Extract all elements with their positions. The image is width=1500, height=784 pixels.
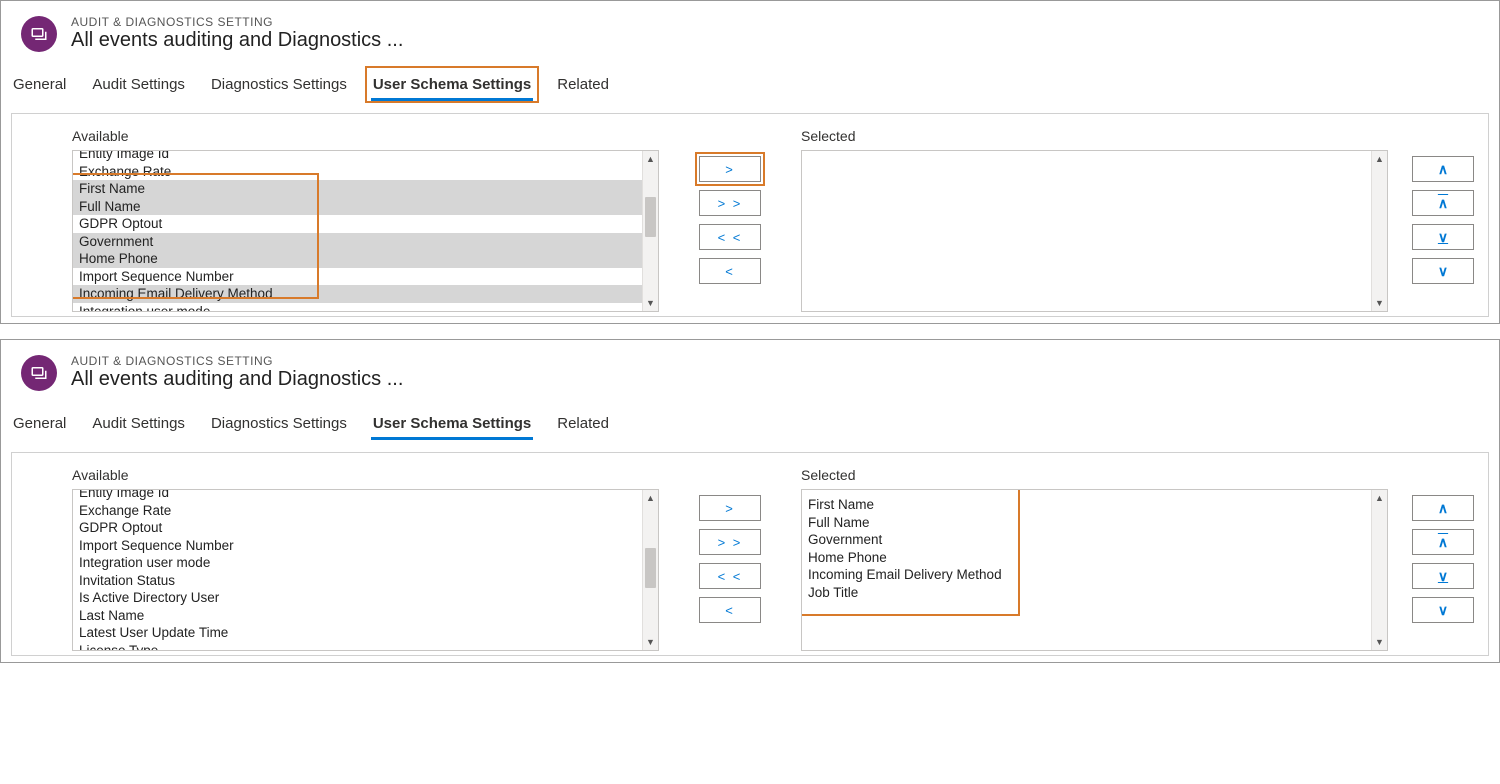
scrollbar[interactable]: ▲ ▼ (1371, 151, 1387, 311)
tab-user-schema-settings[interactable]: User Schema Settings (371, 72, 533, 97)
available-label: Available (72, 128, 659, 144)
tab-related[interactable]: Related (555, 411, 611, 436)
list-item[interactable]: Import Sequence Number (73, 268, 642, 286)
list-item[interactable]: GDPR Optout (73, 215, 642, 233)
schema-panel: Available Entity Image IdExchange RateGD… (11, 452, 1489, 656)
tab-diagnostics-settings[interactable]: Diagnostics Settings (209, 411, 349, 436)
move-up-button[interactable]: ∧ (1412, 495, 1474, 521)
move-remove-all-button[interactable]: < < (699, 224, 761, 250)
list-item[interactable]: Full Name (73, 198, 642, 216)
tab-diagnostics-settings[interactable]: Diagnostics Settings (209, 72, 349, 97)
list-item[interactable]: License Type (73, 642, 642, 652)
selected-group: Selected First NameFull NameGovernmentHo… (801, 467, 1388, 651)
list-item[interactable]: Import Sequence Number (73, 537, 642, 555)
page-title: All events auditing and Diagnostics ... (71, 368, 403, 391)
header-context: AUDIT & DIAGNOSTICS SETTING (71, 354, 403, 368)
scroll-up-icon[interactable]: ▲ (1372, 490, 1387, 506)
page-header: AUDIT & DIAGNOSTICS SETTING All events a… (1, 1, 1499, 60)
selected-listbox[interactable]: ▲ ▼ (801, 150, 1388, 312)
screenshot-after: AUDIT & DIAGNOSTICS SETTING All events a… (0, 339, 1500, 663)
entity-icon (21, 355, 57, 391)
list-item[interactable]: Home Phone (802, 549, 1371, 567)
tab-strip: General Audit Settings Diagnostics Setti… (1, 399, 1499, 442)
selected-group: Selected ▲ ▼ (801, 128, 1388, 312)
list-item[interactable]: Exchange Rate (73, 502, 642, 520)
schema-panel: Available Entity Image IdExchange RateFi… (11, 113, 1489, 317)
list-item[interactable]: First Name (73, 180, 642, 198)
available-listbox[interactable]: Entity Image IdExchange RateGDPR OptoutI… (72, 489, 659, 651)
list-item[interactable]: Exchange Rate (73, 163, 642, 181)
scrollbar[interactable]: ▲ ▼ (642, 490, 658, 650)
list-item[interactable]: First Name (802, 496, 1371, 514)
move-top-button[interactable]: ∧ (1412, 529, 1474, 555)
tab-general[interactable]: General (11, 72, 68, 97)
list-item[interactable]: Integration user mode (73, 303, 642, 313)
move-bottom-button[interactable]: ∨ (1412, 224, 1474, 250)
move-remove-button[interactable]: < (699, 258, 761, 284)
move-buttons: > > > < < < (659, 467, 801, 623)
list-item[interactable]: Invitation Status (73, 572, 642, 590)
scroll-down-icon[interactable]: ▼ (643, 634, 658, 650)
tab-audit-settings[interactable]: Audit Settings (90, 411, 187, 436)
list-item[interactable]: Entity Image Id (73, 489, 642, 502)
available-group: Available Entity Image IdExchange RateFi… (72, 128, 659, 312)
tab-audit-settings[interactable]: Audit Settings (90, 72, 187, 97)
scroll-up-icon[interactable]: ▲ (643, 151, 658, 167)
tab-related[interactable]: Related (555, 72, 611, 97)
scroll-down-icon[interactable]: ▼ (643, 295, 658, 311)
move-add-button[interactable]: > (699, 495, 761, 521)
list-item[interactable]: Is Active Directory User (73, 589, 642, 607)
move-buttons: > > > < < < (659, 128, 801, 284)
move-add-all-button[interactable]: > > (699, 190, 761, 216)
list-item[interactable]: Home Phone (73, 250, 642, 268)
order-buttons: ∧ ∧ ∨ ∨ (1388, 467, 1474, 623)
selected-listbox[interactable]: First NameFull NameGovernmentHome PhoneI… (801, 489, 1388, 651)
page-header: AUDIT & DIAGNOSTICS SETTING All events a… (1, 340, 1499, 399)
list-item[interactable]: Full Name (802, 514, 1371, 532)
tab-general[interactable]: General (11, 411, 68, 436)
scroll-down-icon[interactable]: ▼ (1372, 634, 1387, 650)
list-item[interactable]: Latest User Update Time (73, 624, 642, 642)
scrollbar[interactable]: ▲ ▼ (642, 151, 658, 311)
list-item[interactable]: Incoming Email Delivery Method (802, 566, 1371, 584)
move-up-button[interactable]: ∧ (1412, 156, 1474, 182)
selected-label: Selected (801, 128, 1388, 144)
list-item[interactable]: Entity Image Id (73, 150, 642, 163)
scrollbar[interactable]: ▲ ▼ (1371, 490, 1387, 650)
list-item[interactable]: Incoming Email Delivery Method (73, 285, 642, 303)
list-item[interactable]: Job Title (802, 584, 1371, 602)
order-buttons: ∧ ∧ ∨ ∨ (1388, 128, 1474, 284)
selected-label: Selected (801, 467, 1388, 483)
move-down-button[interactable]: ∨ (1412, 258, 1474, 284)
move-remove-all-button[interactable]: < < (699, 563, 761, 589)
move-down-button[interactable]: ∨ (1412, 597, 1474, 623)
tab-strip: General Audit Settings Diagnostics Setti… (1, 60, 1499, 103)
move-bottom-button[interactable]: ∨ (1412, 563, 1474, 589)
available-listbox[interactable]: Entity Image IdExchange RateFirst NameFu… (72, 150, 659, 312)
available-label: Available (72, 467, 659, 483)
list-item[interactable]: Government (802, 531, 1371, 549)
page-title: All events auditing and Diagnostics ... (71, 29, 403, 52)
entity-icon (21, 16, 57, 52)
available-group: Available Entity Image IdExchange RateGD… (72, 467, 659, 651)
list-item[interactable]: Integration user mode (73, 554, 642, 572)
move-top-button[interactable]: ∧ (1412, 190, 1474, 216)
move-add-button[interactable]: > (699, 156, 761, 182)
move-remove-button[interactable]: < (699, 597, 761, 623)
list-item[interactable]: Government (73, 233, 642, 251)
list-item[interactable]: GDPR Optout (73, 519, 642, 537)
scroll-up-icon[interactable]: ▲ (1372, 151, 1387, 167)
move-add-all-button[interactable]: > > (699, 529, 761, 555)
list-item[interactable]: Last Name (73, 607, 642, 625)
screenshot-before: AUDIT & DIAGNOSTICS SETTING All events a… (0, 0, 1500, 324)
scroll-down-icon[interactable]: ▼ (1372, 295, 1387, 311)
header-context: AUDIT & DIAGNOSTICS SETTING (71, 15, 403, 29)
tab-user-schema-settings[interactable]: User Schema Settings (371, 411, 533, 436)
scroll-up-icon[interactable]: ▲ (643, 490, 658, 506)
